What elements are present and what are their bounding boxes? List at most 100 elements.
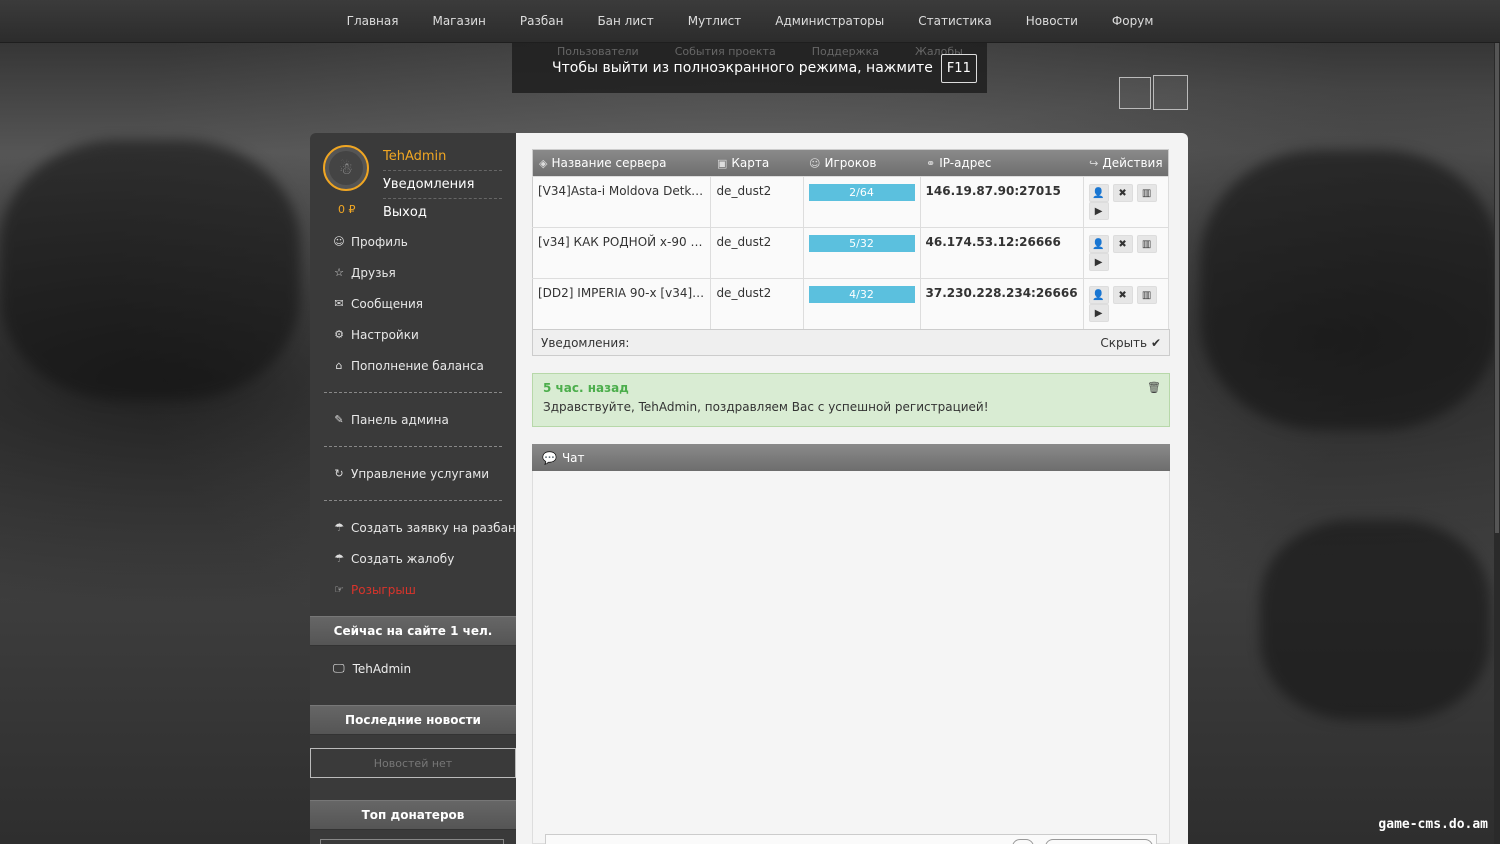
scrollbar-thumb[interactable] xyxy=(1495,43,1499,533)
sidebar-item-label: Пополнение баланса xyxy=(351,358,484,373)
user-links: TehAdmin Уведомления Выход xyxy=(383,143,502,227)
bank-icon: ⌂ xyxy=(335,359,343,372)
sidebar-item-complaint[interactable]: ☂ Создать жалобу xyxy=(310,543,516,574)
nav-mutelist[interactable]: Мутлист xyxy=(671,14,759,28)
online-header: Сейчас на сайте 1 чел. xyxy=(310,616,516,646)
server-players: 5/32 xyxy=(803,227,921,279)
stats-icon[interactable]: ▥ xyxy=(1136,184,1157,202)
nav-banlist[interactable]: Бан лист xyxy=(580,14,670,28)
sidebar-item-label: Профиль xyxy=(351,234,408,249)
fullscreen-notice: Чтобы выйти из полноэкранного режима, на… xyxy=(552,51,977,85)
share-icon: ↪ xyxy=(1089,157,1099,170)
page-scrollbar[interactable] xyxy=(1494,43,1500,844)
sidebar-item-label: Розыгрыш xyxy=(351,582,416,597)
server-name[interactable]: [v34] КАК РОДНОЙ x-90 [sword... xyxy=(532,227,712,279)
online-user[interactable]: 🖵 TehAdmin xyxy=(333,661,411,676)
chat-title: Чат xyxy=(561,450,585,465)
table-row: [DD2] IMPERIA 90-x [v34] [swor... de_dus… xyxy=(532,278,1170,330)
sidebar-item-friends[interactable]: ☆ Друзья xyxy=(310,257,516,288)
hand-icon: ☞ xyxy=(334,583,344,596)
server-actions: 👤 ✖ ▥ ▶ xyxy=(1083,227,1170,279)
sidebar-item-label: Управление услугами xyxy=(351,466,490,481)
sidebar-item-admin-panel[interactable]: ✎ Панель админа xyxy=(310,404,516,435)
sidebar-item-settings[interactable]: ⚙ Настройки xyxy=(310,319,516,350)
smiley-button[interactable] xyxy=(1012,839,1034,844)
umbrella-icon: ☂ xyxy=(334,521,344,534)
col-players: ☺ Игроков xyxy=(809,156,877,170)
close-icon[interactable]: ✖ xyxy=(1112,286,1133,304)
close-icon[interactable]: ✖ xyxy=(1112,184,1133,202)
donors-header: Топ донатеров xyxy=(310,800,516,830)
balance: 0 ₽ xyxy=(338,203,356,216)
server-ip[interactable]: 37.230.228.234:26666 xyxy=(920,278,1084,330)
notification-text: Здравствуйте, TehAdmin, поздравляем Вас … xyxy=(543,400,989,414)
server-map: de_dust2 xyxy=(710,278,804,330)
sidebar-item-messages[interactable]: ✉ Сообщения xyxy=(310,288,516,319)
col-server-name: ◈ Название сервера xyxy=(539,156,667,170)
nav-home[interactable]: Главная xyxy=(330,14,416,28)
sidebar-item-topup[interactable]: ⌂ Пополнение баланса xyxy=(310,350,516,381)
divider xyxy=(310,435,516,458)
nav-shop[interactable]: Магазин xyxy=(415,14,502,28)
comment-icon: 💬 xyxy=(542,450,557,465)
user-avatar-icon: ☃ xyxy=(329,151,363,185)
tag-icon: ◈ xyxy=(539,157,548,170)
players-button[interactable]: 👤 xyxy=(1088,286,1109,304)
sidebar-item-giveaway[interactable]: ☞ Розыгрыш xyxy=(310,574,516,605)
avatar[interactable]: ☃ xyxy=(323,145,369,191)
server-map: de_dust2 xyxy=(710,176,804,228)
nav-admins[interactable]: Администраторы xyxy=(758,14,901,28)
sidebar-item-services[interactable]: ↻ Управление услугами xyxy=(310,458,516,489)
nav-news[interactable]: Новости xyxy=(1009,14,1095,28)
image-icon: ▣ xyxy=(716,157,728,170)
players-bar: 5/32 xyxy=(808,235,915,252)
wrench-icon: ✎ xyxy=(334,413,344,426)
umbrella-icon: ☂ xyxy=(334,552,344,565)
hide-notifications-button[interactable]: Скрыть ✔ xyxy=(1100,336,1161,350)
notification-item: 5 час. назад Здравствуйте, TehAdmin, поз… xyxy=(532,373,1170,427)
sidebar-item-profile[interactable]: ☺ Профиль xyxy=(310,226,516,257)
notifications-link[interactable]: Уведомления xyxy=(383,171,502,199)
notifications-title: Уведомления: xyxy=(541,335,630,350)
video-icon[interactable]: ▶ xyxy=(1088,253,1109,271)
video-icon[interactable]: ▶ xyxy=(1088,304,1109,322)
gears-icon: ⚙ xyxy=(334,328,344,341)
nav-forum[interactable]: Форум xyxy=(1095,14,1170,28)
sidebar-item-label: Создать заявку на разбан xyxy=(351,520,516,535)
username-link[interactable]: TehAdmin xyxy=(383,143,502,171)
stats-icon[interactable]: ▥ xyxy=(1136,235,1157,253)
link-icon: ⚭ xyxy=(926,157,936,170)
players-bar: 4/32 xyxy=(808,286,915,303)
players-button[interactable]: 👤 xyxy=(1088,235,1109,253)
server-name[interactable]: [DD2] IMPERIA 90-x [v34] [swor... xyxy=(532,278,712,330)
stats-icon[interactable]: ▥ xyxy=(1136,286,1157,304)
notifications-bar: Уведомления: Скрыть ✔ xyxy=(532,329,1170,356)
sidebar-item-unban-request[interactable]: ☂ Создать заявку на разбан xyxy=(310,512,516,543)
send-button[interactable] xyxy=(1045,839,1153,844)
star-icon: ☆ xyxy=(334,266,344,279)
table-row: [v34] КАК РОДНОЙ x-90 [sword... de_dust2… xyxy=(532,227,1170,279)
servers-table: ◈ Название сервера ▣ Карта ☺ Игроков ⚭ IP-ад… xyxy=(532,149,1170,330)
server-ip[interactable]: 146.19.87.90:27015 xyxy=(920,176,1084,228)
online-user-name: TehAdmin xyxy=(352,661,412,676)
divider xyxy=(310,489,516,512)
trash-icon[interactable]: 🗑 xyxy=(1147,381,1161,394)
monitor-icon: 🖵 xyxy=(333,661,345,675)
server-map: de_dust2 xyxy=(710,227,804,279)
server-name[interactable]: [V34]Asta-i Moldova Detka |Pub... xyxy=(532,176,712,228)
logout-link[interactable]: Выход xyxy=(383,199,502,227)
watermark: game-cms.do.am xyxy=(1378,817,1488,832)
nav-stats[interactable]: Статистика xyxy=(901,14,1009,28)
sidebar-item-label: Друзья xyxy=(351,265,396,280)
table-row: [V34]Asta-i Moldova Detka |Pub... de_dus… xyxy=(532,176,1170,228)
col-ip: ⚭ IP-адрес xyxy=(926,156,992,170)
players-button[interactable]: 👤 xyxy=(1088,184,1109,202)
server-ip[interactable]: 46.174.53.12:26666 xyxy=(920,227,1084,279)
nav-unban[interactable]: Разбан xyxy=(503,14,581,28)
close-icon[interactable]: ✖ xyxy=(1112,235,1133,253)
server-players: 4/32 xyxy=(803,278,921,330)
user-icon: ☺ xyxy=(333,235,345,248)
video-icon[interactable]: ▶ xyxy=(1088,202,1109,220)
col-map: ▣ Карта xyxy=(716,156,770,170)
sidebar-item-label: Настройки xyxy=(351,327,419,342)
